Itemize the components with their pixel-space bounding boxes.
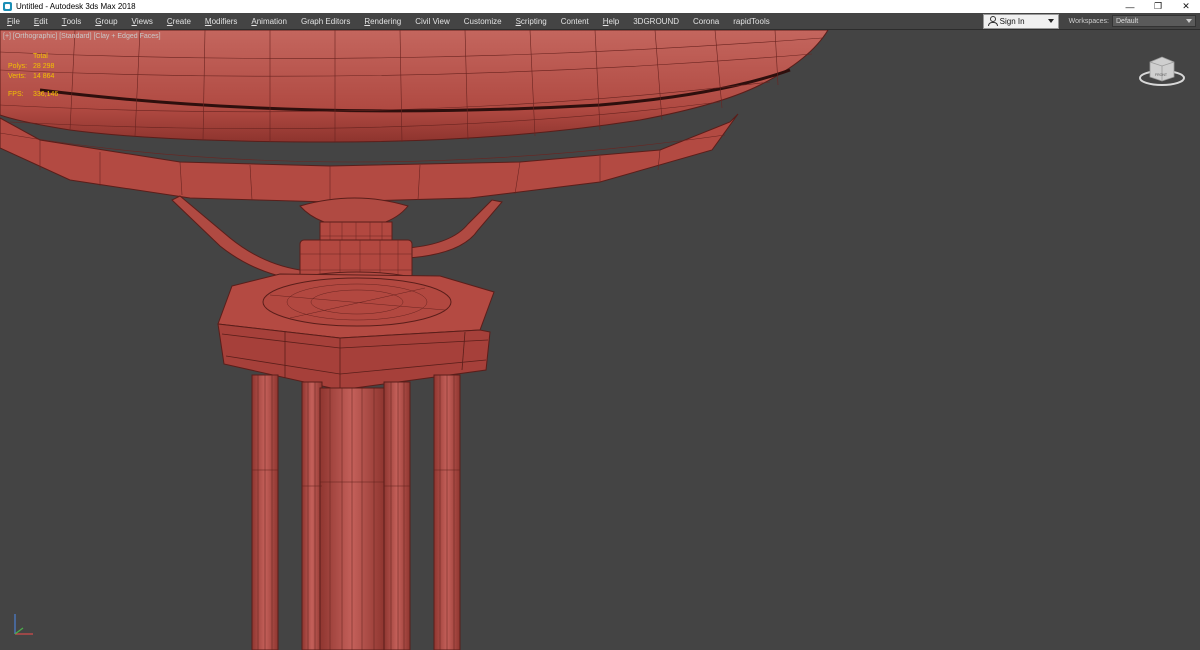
user-icon — [987, 16, 998, 26]
menu-graph-editors[interactable]: Graph Editors — [294, 13, 357, 29]
sign-in-label: Sign In — [999, 16, 1025, 26]
chevron-down-icon — [1047, 19, 1054, 23]
menu-animation[interactable]: Animation — [244, 13, 294, 29]
perspective-viewport[interactable]: [+] [Orthographic] [Standard] [Clay + Ed… — [0, 30, 1200, 650]
axis-tripod-icon — [14, 614, 33, 635]
window-title: Untitled - Autodesk 3ds Max 2018 — [16, 2, 136, 11]
menu-3dground[interactable]: 3DGROUND — [626, 13, 686, 29]
menu-rendering[interactable]: Rendering — [357, 13, 408, 29]
menu-bar: File Edit Tools Group Views Create Modifiers An… — [0, 13, 1200, 30]
menu-content[interactable]: Content — [554, 13, 596, 29]
viewcube-icon[interactable]: FRONT — [1138, 52, 1186, 88]
menu-customize[interactable]: Customize — [457, 13, 509, 29]
close-button[interactable]: ✕ — [1172, 0, 1200, 13]
stats-header: Total — [33, 53, 48, 60]
workspaces-select[interactable]: Default — [1112, 15, 1196, 27]
verts-label: Verts: — [8, 73, 26, 80]
chevron-down-icon — [1186, 19, 1192, 23]
column-mid-right — [383, 381, 411, 650]
tank-bowl — [0, 30, 829, 143]
menu-modifiers[interactable]: Modifiers — [198, 13, 244, 29]
polys-value: 28 298 — [33, 63, 55, 70]
menu-tools[interactable]: Tools — [55, 13, 89, 29]
viewport-scene — [0, 30, 829, 650]
title-bar: Untitled - Autodesk 3ds Max 2018 — ❐ ✕ — [0, 0, 1200, 13]
fps-value: 336,146 — [33, 91, 59, 98]
menu-help[interactable]: Help — [596, 13, 626, 29]
menu-scripting[interactable]: Scripting — [509, 13, 554, 29]
menu-edit[interactable]: Edit — [27, 13, 55, 29]
menu-views[interactable]: Views — [125, 13, 160, 29]
statistics-overlay: Total Polys: 28 298 Verts: 14 864 FPS: 336,… — [8, 52, 73, 100]
menu-civil-view[interactable]: Civil View — [408, 13, 457, 29]
menu-rapidtools[interactable]: rapidTools — [726, 13, 776, 29]
support-columns — [251, 374, 461, 650]
column-mid-left — [301, 381, 323, 650]
menu-create[interactable]: Create — [160, 13, 198, 29]
viewcube-face-label: FRONT — [1155, 73, 1168, 77]
left-pipe — [171, 195, 301, 281]
menu-file[interactable]: File — [0, 13, 27, 29]
menu-items: File Edit Tools Group Views Create Modifiers An… — [0, 13, 777, 29]
sign-in-dropdown[interactable]: Sign In — [982, 13, 1059, 29]
polys-label: Polys: — [8, 63, 28, 70]
viewport-label[interactable]: [+] [Orthographic] [Standard] [Clay + Ed… — [3, 33, 161, 40]
menu-group[interactable]: Group — [88, 13, 124, 29]
verts-value: 14 864 — [33, 73, 55, 80]
workspaces-value: Default — [1116, 17, 1139, 25]
restore-button[interactable]: ❐ — [1144, 0, 1172, 13]
window-controls: — ❐ ✕ — [1116, 0, 1200, 13]
workspaces-label: Workspaces: — [1068, 17, 1109, 25]
3dsmax-app-icon[interactable] — [3, 2, 12, 11]
minimize-button[interactable]: — — [1116, 0, 1144, 13]
right-pipe — [407, 199, 503, 259]
fps-label: FPS: — [8, 91, 24, 98]
menu-corona[interactable]: Corona — [686, 13, 726, 29]
